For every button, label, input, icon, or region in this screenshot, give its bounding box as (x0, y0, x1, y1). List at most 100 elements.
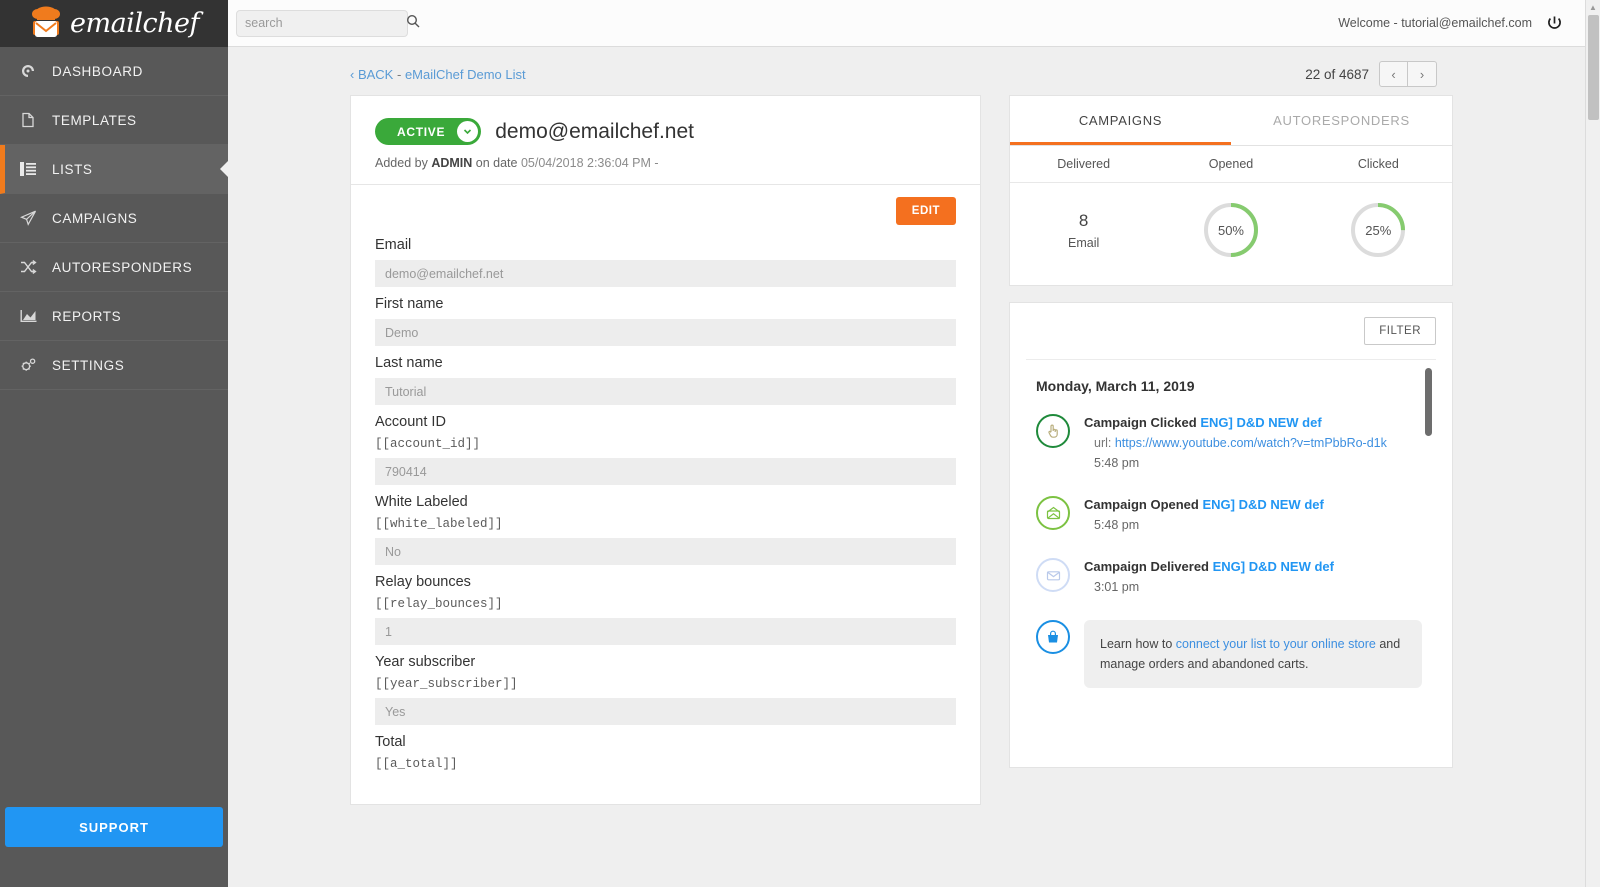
list-icon (14, 162, 42, 176)
right-column: CAMPAIGNS AUTORESPONDERS Delivered Opene… (1009, 95, 1453, 805)
sidebar-item-templates[interactable]: TEMPLATES (0, 96, 228, 145)
shopping-bag-icon (1036, 620, 1070, 654)
field-label: First name (375, 296, 956, 312)
field-last-name: Last name Tutorial (375, 355, 956, 405)
brand-logo[interactable]: emailchef (26, 4, 199, 44)
account-id-field[interactable]: 790414 (375, 458, 956, 485)
paper-plane-icon (14, 210, 42, 226)
page-title: demo@emailchef.net (495, 120, 694, 144)
activity-campaign-link[interactable]: ENG] D&D NEW def (1202, 497, 1323, 512)
welcome-text: Welcome - tutorial@emailchef.com (1338, 16, 1532, 30)
scroll-up-arrow-icon[interactable]: ▲ (1586, 0, 1600, 14)
year-subscriber-field[interactable]: Yes (375, 698, 956, 725)
sidebar-item-label: AUTORESPONDERS (52, 260, 192, 275)
promo-link[interactable]: connect your list to your online store (1176, 637, 1376, 651)
field-label: Email (375, 237, 956, 253)
sidebar-item-label: SETTINGS (52, 358, 124, 373)
stats-header-delivered: Delivered (1010, 146, 1157, 182)
field-merge-tag: [[a_total]] (375, 757, 956, 771)
delivered-count: 8 (1079, 211, 1088, 231)
sidebar-item-autoresponders[interactable]: AUTORESPONDERS (0, 243, 228, 292)
stats-tabs: CAMPAIGNS AUTORESPONDERS (1010, 96, 1452, 146)
stats-card: CAMPAIGNS AUTORESPONDERS Delivered Opene… (1009, 95, 1453, 286)
pagination-buttons: ‹ › (1379, 61, 1437, 87)
app-root: emailchef DASHBOARD (0, 0, 1600, 887)
sidebar-item-label: LISTS (52, 162, 93, 177)
sidebar-item-dashboard[interactable]: DASHBOARD (0, 47, 228, 96)
field-label: Year subscriber (375, 654, 956, 670)
browser-scrollbar[interactable]: ▲ (1585, 0, 1600, 887)
tab-autoresponders[interactable]: AUTORESPONDERS (1231, 96, 1452, 145)
field-email: Email demo@emailchef.net (375, 237, 956, 287)
breadcrumb-list-name[interactable]: eMailChef Demo List (405, 67, 526, 82)
open-envelope-icon (1036, 496, 1070, 530)
edit-button[interactable]: EDIT (896, 197, 956, 225)
status-badge: ACTIVE (397, 125, 445, 139)
activity-scrollbar-thumb[interactable] (1425, 368, 1432, 436)
opened-donut-chart: 50% (1202, 201, 1260, 259)
activity-title-text: Campaign Opened (1084, 497, 1199, 512)
power-icon[interactable] (1546, 15, 1563, 32)
breadcrumb-back[interactable]: ‹ BACK (350, 67, 393, 82)
stat-delivered: 8 Email (1010, 201, 1157, 259)
activity-campaign-link[interactable]: ENG] D&D NEW def (1213, 559, 1334, 574)
last-name-field[interactable]: Tutorial (375, 378, 956, 405)
sidebar-item-reports[interactable]: REPORTS (0, 292, 228, 341)
promo-message: Learn how to connect your list to your o… (1084, 620, 1422, 688)
sidebar-item-settings[interactable]: SETTINGS (0, 341, 228, 390)
added-by: ADMIN (431, 156, 472, 170)
clicked-percent: 25% (1349, 201, 1407, 259)
prev-record-button[interactable]: ‹ (1379, 61, 1408, 87)
list-item: Campaign Clicked ENG] D&D NEW def url: h… (1036, 414, 1422, 470)
activity-feed[interactable]: Monday, March 11, 2019 (1026, 359, 1436, 749)
filter-button[interactable]: FILTER (1364, 317, 1436, 345)
white-labeled-field[interactable]: No (375, 538, 956, 565)
next-record-button[interactable]: › (1408, 61, 1437, 87)
gears-icon (14, 357, 42, 373)
stats-header-clicked: Clicked (1305, 146, 1452, 182)
contact-header: ACTIVE demo@emailchef.net Added by ADMIN (351, 96, 980, 185)
activity-scrollbar[interactable] (1425, 368, 1432, 638)
contact-detail-card: ACTIVE demo@emailchef.net Added by ADMIN (350, 95, 981, 805)
field-account-id: Account ID [[account_id]] 790414 (375, 414, 956, 485)
breadcrumb-separator: - (397, 67, 401, 82)
search-box[interactable] (236, 10, 408, 37)
stat-clicked: 25% (1305, 201, 1452, 259)
field-merge-tag: [[account_id]] (375, 437, 956, 451)
first-name-field[interactable]: Demo (375, 319, 956, 346)
search-icon[interactable] (406, 14, 420, 33)
search-input[interactable] (245, 16, 406, 30)
email-field[interactable]: demo@emailchef.net (375, 260, 956, 287)
delivered-unit: Email (1068, 236, 1099, 250)
field-label: Account ID (375, 414, 956, 430)
support-label: SUPPORT (79, 820, 149, 835)
field-total: Total [[a_total]] (375, 734, 956, 771)
stats-values: 8 Email 50% (1010, 183, 1452, 285)
breadcrumb[interactable]: ‹ BACK - eMailChef Demo List (350, 67, 526, 82)
activity-campaign-link[interactable]: ENG] D&D NEW def (1200, 415, 1321, 430)
support-button[interactable]: SUPPORT (5, 807, 223, 847)
list-item: Campaign Delivered ENG] D&D NEW def 3:01… (1036, 558, 1422, 594)
url-label: url: (1094, 436, 1111, 450)
sidebar-item-campaigns[interactable]: CAMPAIGNS (0, 194, 228, 243)
relay-bounces-field[interactable]: 1 (375, 618, 956, 645)
activity-url-link[interactable]: https://www.youtube.com/watch?v=tmPbbRo-… (1115, 436, 1387, 450)
added-middle: on date (476, 156, 518, 170)
activity-title: Campaign Clicked ENG] D&D NEW def (1084, 415, 1387, 430)
sidebar-item-label: CAMPAIGNS (52, 211, 137, 226)
field-white-labeled: White Labeled [[white_labeled]] No (375, 494, 956, 565)
sidebar-item-lists[interactable]: LISTS (0, 145, 228, 194)
chevron-down-icon[interactable] (457, 121, 478, 142)
activity-card: FILTER Monday, March 11, 2019 (1009, 302, 1453, 768)
stats-header-opened: Opened (1157, 146, 1304, 182)
hand-pointer-icon (1036, 414, 1070, 448)
browser-scrollbar-thumb[interactable] (1588, 15, 1599, 120)
pagination-count: 22 of 4687 (1305, 67, 1369, 82)
status-toggle[interactable]: ACTIVE (375, 118, 481, 145)
sidebar-item-label: TEMPLATES (52, 113, 137, 128)
dashboard-gauge-icon (14, 63, 42, 79)
chart-icon (14, 309, 42, 323)
tab-campaigns[interactable]: CAMPAIGNS (1010, 96, 1231, 145)
activity-date-heading: Monday, March 11, 2019 (1036, 378, 1422, 394)
stat-opened: 50% (1157, 201, 1304, 259)
